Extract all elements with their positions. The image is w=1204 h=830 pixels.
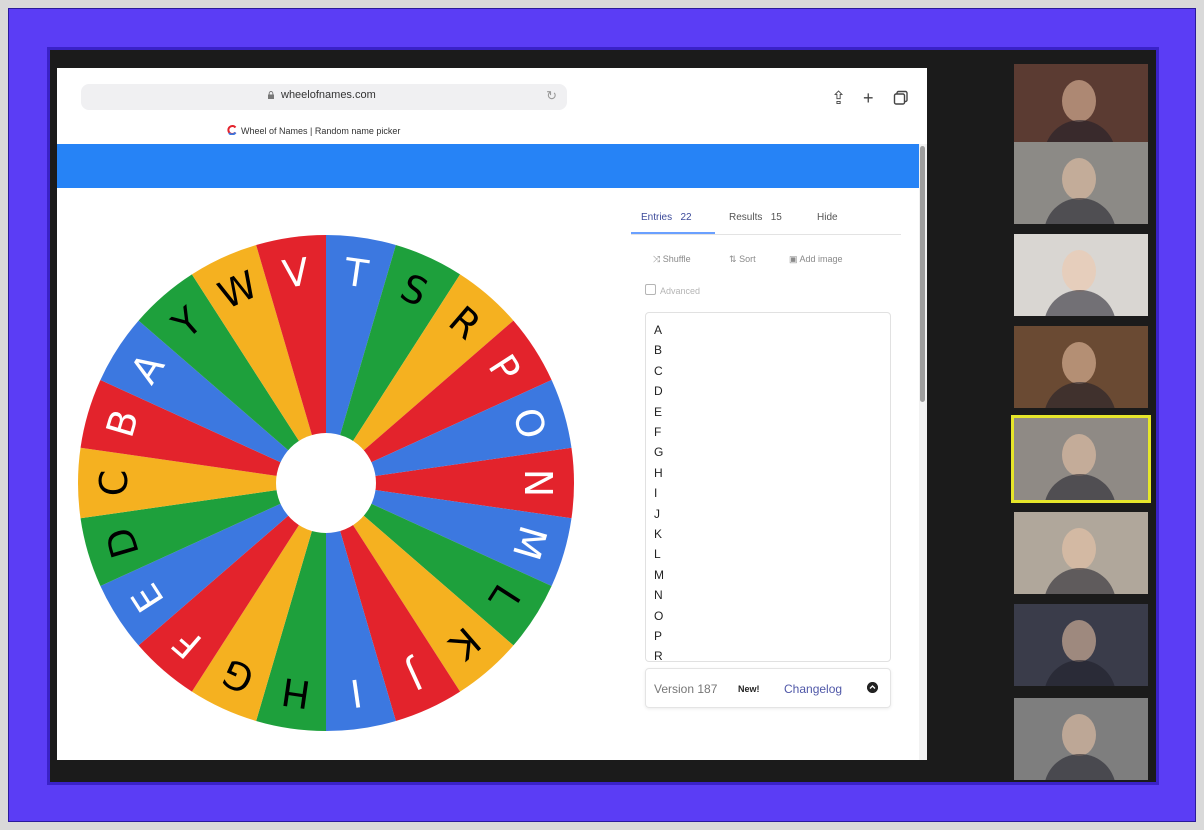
participant-video-tile[interactable] bbox=[1014, 142, 1148, 224]
name-wheel[interactable]: NMLKJIHGFEDCBAYW V T SRPO bbox=[73, 235, 579, 731]
participant-figure-body bbox=[1044, 382, 1116, 408]
shuffle-button[interactable]: ⤨ Shuffle bbox=[653, 254, 691, 265]
entry-line: D bbox=[654, 384, 663, 399]
entry-line: E bbox=[654, 404, 663, 419]
participant-figure-body bbox=[1044, 660, 1116, 686]
participant-figure bbox=[1062, 158, 1096, 200]
entry-line: M bbox=[654, 567, 664, 582]
participant-video-tile[interactable] bbox=[1014, 698, 1148, 780]
participant-video-tile[interactable] bbox=[1014, 604, 1148, 686]
lock-icon bbox=[268, 91, 274, 99]
entry-line: C bbox=[654, 363, 663, 378]
entry-line: A bbox=[654, 323, 663, 337]
participant-figure-body bbox=[1044, 568, 1116, 594]
participant-figure bbox=[1062, 250, 1096, 292]
entry-line: K bbox=[654, 527, 663, 541]
participant-video-tile[interactable] bbox=[1011, 415, 1151, 503]
wheel-center[interactable] bbox=[276, 433, 376, 533]
active-tab-indicator bbox=[631, 232, 715, 234]
version-text: Version 187 bbox=[654, 682, 718, 696]
wheel-segment-label: C bbox=[92, 470, 136, 497]
checkbox-box[interactable] bbox=[645, 284, 656, 295]
participant-figure bbox=[1062, 434, 1096, 476]
participant-figure-body bbox=[1044, 290, 1116, 316]
participant-video-tile[interactable] bbox=[1014, 326, 1148, 408]
entry-line: L bbox=[654, 547, 661, 562]
participant-figure-body bbox=[1044, 198, 1116, 224]
reload-icon[interactable]: ↻ bbox=[546, 88, 557, 104]
participant-figure bbox=[1062, 620, 1096, 662]
wheel-of-names-logo-icon bbox=[227, 125, 237, 135]
participant-video-tile[interactable] bbox=[1014, 64, 1148, 146]
entries-panel: Entries 22 Results 15 Hide ⤨ Shuffle ⇅ S… bbox=[631, 202, 901, 722]
scrollbar-thumb[interactable] bbox=[920, 146, 925, 402]
entry-line: H bbox=[654, 465, 663, 480]
participant-figure bbox=[1062, 342, 1096, 384]
address-bar[interactable]: wheelofnames.com ↻ bbox=[81, 84, 567, 110]
entry-line: O bbox=[654, 608, 664, 623]
participant-figure bbox=[1062, 80, 1096, 122]
wheel-segment-label: N bbox=[516, 469, 560, 497]
participant-figure-body bbox=[1044, 754, 1116, 780]
participant-figure bbox=[1062, 528, 1096, 570]
share-icon[interactable]: ⇪ bbox=[831, 88, 846, 109]
tab-entries[interactable]: Entries 22 bbox=[641, 212, 692, 223]
tabs-icon[interactable] bbox=[893, 90, 909, 106]
entry-line: I bbox=[654, 486, 658, 501]
participant-video-tile[interactable] bbox=[1014, 512, 1148, 594]
app-header-bar bbox=[57, 144, 919, 188]
new-badge: New! bbox=[738, 684, 760, 694]
tab-hide[interactable]: Hide bbox=[817, 212, 838, 223]
panel-tabs: Entries 22 Results 15 Hide bbox=[631, 202, 901, 235]
tab-results[interactable]: Results 15 bbox=[729, 212, 782, 223]
entry-line: G bbox=[654, 445, 664, 460]
entries-textarea[interactable]: ABCDEFGHIJKLMNOPR bbox=[645, 312, 891, 662]
shuffle-icon: ⤨ bbox=[653, 254, 661, 264]
version-bar: Version 187 New! Changelog bbox=[645, 668, 891, 708]
entry-line: N bbox=[654, 588, 663, 603]
entry-line: F bbox=[654, 425, 662, 439]
entry-line: R bbox=[654, 649, 663, 662]
tab-title: Wheel of Names | Random name picker bbox=[241, 126, 401, 136]
participant-gallery bbox=[1010, 64, 1154, 784]
chevron-up-icon[interactable] bbox=[867, 682, 878, 693]
advanced-checkbox[interactable]: Advanced bbox=[645, 284, 700, 296]
participant-figure-body bbox=[1044, 474, 1116, 500]
add-image-button[interactable]: ▣ Add image bbox=[789, 254, 843, 265]
participant-video-tile[interactable] bbox=[1014, 234, 1148, 316]
entry-line: B bbox=[654, 343, 663, 358]
participant-figure bbox=[1062, 714, 1096, 756]
page-scrollbar[interactable] bbox=[919, 144, 927, 760]
changelog-link[interactable]: Changelog bbox=[784, 682, 842, 696]
shared-screen: wheelofnames.com ↻ ⇪ + Wheel of Names | … bbox=[57, 68, 927, 760]
plus-icon[interactable]: + bbox=[863, 88, 874, 109]
url-text: wheelofnames.com bbox=[281, 89, 376, 101]
entry-line: P bbox=[654, 629, 663, 643]
entry-line: J bbox=[654, 506, 660, 521]
sort-icon: ⇅ bbox=[729, 254, 737, 264]
image-icon: ▣ bbox=[789, 254, 798, 264]
sort-button[interactable]: ⇅ Sort bbox=[729, 254, 756, 265]
